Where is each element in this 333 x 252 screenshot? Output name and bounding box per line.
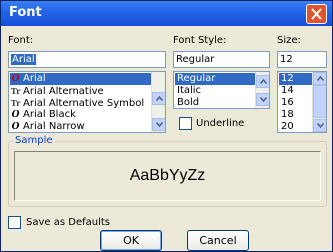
title-bar[interactable]: Font (1, 1, 332, 26)
scroll-thumb[interactable] (313, 85, 326, 118)
save-defaults-label: Save as Defaults (26, 217, 110, 228)
save-defaults-checkbox[interactable] (8, 216, 21, 229)
font-item-label: Arial (23, 73, 46, 84)
scroll-down-button[interactable] (313, 119, 326, 132)
scroll-down-button[interactable] (256, 93, 269, 106)
font-name-input[interactable]: Arial (8, 51, 166, 68)
sample-title: Sample (13, 135, 55, 146)
chevron-down-icon (260, 97, 267, 102)
chevron-up-icon (156, 96, 163, 101)
font-item-label: Arial Narrow (23, 121, 85, 132)
cancel-button[interactable]: Cancel (187, 230, 249, 251)
font-item-label: Arial Alternative (23, 86, 104, 97)
font-item-label: Arial Black (23, 109, 76, 120)
font-list-scrollbar[interactable] (151, 72, 165, 132)
opentype-icon: O (11, 110, 20, 120)
truetype-icon: Tr (10, 98, 21, 108)
font-style-input[interactable]: Regular (173, 51, 270, 68)
scroll-up-button[interactable] (256, 75, 269, 88)
underline-checkbox[interactable] (179, 117, 192, 130)
size-list-item[interactable]: 14 (279, 85, 294, 97)
window-title: Font (9, 5, 42, 20)
scroll-down-button[interactable] (152, 118, 165, 131)
size-list-item[interactable]: 18 (279, 109, 294, 121)
font-list[interactable]: O Arial Tr Arial Alternative Tr Arial Alter… (8, 71, 166, 133)
font-list-item[interactable]: O Arial Narrow (10, 121, 85, 132)
style-list-scrollbar[interactable] (255, 72, 269, 108)
font-style-list[interactable]: Regular Italic Bold (173, 71, 270, 109)
font-list-item[interactable]: Tr Arial Alternative (10, 85, 104, 97)
size-list-item[interactable]: 16 (279, 97, 294, 109)
scroll-up-button[interactable] (152, 92, 165, 105)
chevron-up-icon (260, 79, 267, 84)
font-list-item[interactable]: Tr Arial Alternative Symbol (10, 97, 144, 109)
font-size-input[interactable]: 12 (277, 51, 327, 68)
sample-preview: AaBbYyZz (14, 151, 321, 201)
font-name-value: Arial (11, 54, 36, 65)
size-list-scrollbar[interactable] (312, 72, 326, 132)
underline-label: Underline (196, 118, 245, 129)
font-list-item[interactable]: O Arial Black (10, 109, 76, 121)
chevron-down-icon (317, 123, 324, 128)
ok-button[interactable]: OK (100, 230, 162, 251)
opentype-icon: O (11, 74, 20, 84)
style-list-item[interactable]: Bold (175, 97, 199, 108)
font-list-item[interactable]: O Arial (10, 73, 151, 85)
font-item-label: Arial Alternative Symbol (23, 98, 145, 109)
sample-text: AaBbYyZz (129, 167, 206, 184)
truetype-icon: Tr (10, 86, 21, 96)
font-label: Font: (8, 35, 34, 46)
chevron-down-icon (156, 122, 163, 127)
font-size-value: 12 (280, 54, 293, 65)
size-label: Size: (277, 35, 301, 46)
size-list-item[interactable]: 20 (279, 121, 294, 132)
font-dialog: Font Font: Arial O Arial Tr Arial Alternat… (0, 0, 333, 252)
style-list-item[interactable]: Regular (175, 73, 255, 85)
style-label: Font Style: (173, 35, 227, 46)
font-style-value: Regular (176, 54, 215, 65)
close-icon (311, 8, 322, 20)
close-button[interactable] (306, 4, 327, 24)
font-size-list[interactable]: 12 14 16 18 20 (277, 71, 327, 133)
style-list-item[interactable]: Italic (175, 85, 201, 97)
opentype-icon: O (11, 122, 20, 132)
size-list-item[interactable]: 12 (279, 73, 312, 85)
scroll-up-button[interactable] (313, 72, 326, 85)
chevron-up-icon (317, 76, 324, 81)
